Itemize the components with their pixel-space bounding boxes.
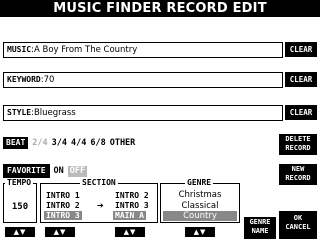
section-right-up-down-button[interactable]: ▲▼ [115, 227, 145, 237]
genre-item[interactable]: Classical [163, 201, 237, 211]
genre-name-line1: GENRE [249, 218, 271, 226]
genre-item[interactable]: Country [163, 211, 237, 221]
genre-panel: GENRE Christmas Classical Country [160, 178, 240, 223]
section-left-up-down-button[interactable]: ▲▼ [45, 227, 75, 237]
arrow-right-icon: ➔ [97, 201, 104, 210]
new-record-line1: NEW [291, 165, 305, 173]
clear-music-button[interactable]: CLEAR [285, 42, 317, 57]
section-left-item[interactable]: INTRO 1 [46, 191, 80, 200]
keyword-field-key: KEYWORD [7, 75, 41, 84]
section-panel: SECTION INTRO 1 INTRO 2 INTRO 3 ➔ INTRO … [40, 178, 158, 223]
section-title: SECTION [80, 178, 118, 187]
new-record-line2: RECORD [285, 174, 311, 182]
beat-selector: BEAT 2/4 3/4 4/4 6/8 OTHER [3, 137, 135, 149]
genre-name-button[interactable]: GENRE NAME [244, 217, 276, 239]
clear-style-button[interactable]: CLEAR [285, 105, 317, 120]
new-record-button[interactable]: NEW RECORD [279, 164, 317, 185]
tempo-value: 150 [11, 202, 29, 212]
favorite-label: FAVORITE [3, 164, 50, 178]
genre-item[interactable]: Christmas [163, 190, 237, 200]
beat-option-6-8[interactable]: 6/8 [90, 138, 105, 148]
beat-option-4-4[interactable]: 4/4 [71, 138, 86, 148]
beat-option-3-4[interactable]: 3/4 [52, 138, 67, 148]
section-right-item[interactable]: INTRO 3 [115, 201, 149, 210]
tempo-up-down-button[interactable]: ▲▼ [5, 227, 35, 237]
ok-label: OK [293, 214, 303, 222]
cancel-label: CANCEL [285, 223, 311, 231]
keyword-field[interactable]: KEYWORD:70 [3, 72, 283, 88]
genre-title: GENRE [185, 178, 214, 187]
music-field-value: A Boy From The Country [33, 45, 138, 55]
genre-name-line2: NAME [251, 227, 269, 235]
style-field-key: STYLE [7, 108, 32, 117]
keyword-field-value: 70 [43, 75, 55, 85]
style-field-value: Bluegrass [33, 108, 76, 118]
music-field-key: MUSIC [7, 45, 32, 54]
section-right-item[interactable]: MAIN A [113, 211, 146, 220]
section-left-item[interactable]: INTRO 3 [44, 211, 82, 220]
tempo-title: TEMPO [5, 178, 34, 187]
tempo-panel: TEMPO 150 [3, 178, 37, 223]
ok-cancel-button[interactable]: OK CANCEL [279, 211, 317, 239]
music-field[interactable]: MUSIC:A Boy From The Country [3, 42, 283, 58]
style-field[interactable]: STYLE:Bluegrass [3, 105, 283, 121]
clear-keyword-button[interactable]: CLEAR [285, 72, 317, 87]
favorite-off[interactable]: OFF [67, 165, 88, 177]
beat-label: BEAT [3, 137, 29, 149]
delete-record-button[interactable]: DELETE RECORD [279, 134, 317, 155]
favorite-toggle[interactable]: FAVORITE ON OFF [3, 164, 88, 178]
delete-record-line1: DELETE [285, 135, 311, 143]
beat-option-other[interactable]: OTHER [110, 138, 136, 148]
beat-option-2-4[interactable]: 2/4 [32, 138, 47, 148]
favorite-on[interactable]: ON [54, 166, 64, 176]
section-right-item[interactable]: INTRO 2 [115, 191, 149, 200]
window-title: MUSIC FINDER RECORD EDIT [0, 0, 320, 17]
section-left-item[interactable]: INTRO 2 [46, 201, 80, 210]
genre-up-down-button[interactable]: ▲▼ [185, 227, 215, 237]
delete-record-line2: RECORD [285, 144, 311, 152]
